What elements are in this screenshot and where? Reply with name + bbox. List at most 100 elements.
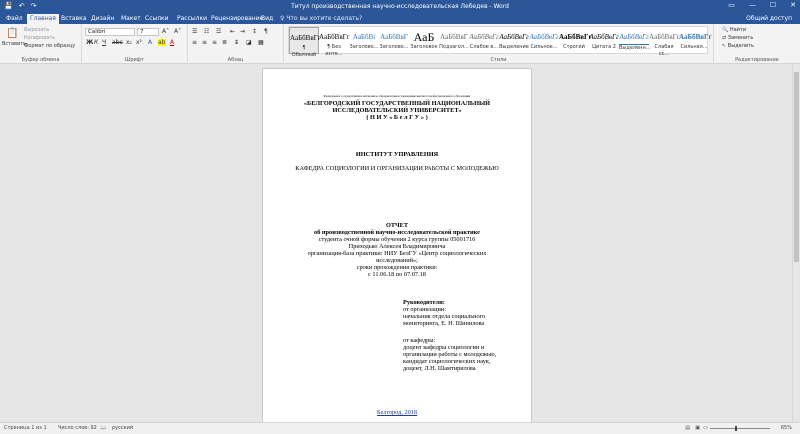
replace-button[interactable]: ⇄ Заменить	[722, 35, 753, 42]
paste-icon[interactable]: 📋	[6, 28, 18, 40]
proofing-icon[interactable]: 📖	[100, 423, 106, 434]
style-preview: АаБбВвГг	[469, 33, 499, 41]
format-painter-button[interactable]: Формат по образцу	[24, 43, 75, 50]
numbering-icon[interactable]: ☷	[204, 28, 209, 36]
style-preview: АаБбВвГг	[649, 33, 680, 41]
style-strong[interactable]: АаБбВвГг Строгий	[559, 27, 592, 54]
style-preview: АаБбВвГ	[380, 33, 408, 41]
multilevel-list-icon[interactable]: ☲	[216, 28, 221, 36]
shrink-font-icon[interactable]: A˅	[174, 28, 181, 36]
window-controls: ▭ — ☐ ✕	[728, 1, 796, 9]
doc-line: кандидат социологических наук,	[403, 358, 491, 365]
print-layout-icon[interactable]: ▣	[695, 423, 700, 434]
subscript-icon[interactable]: x₂	[126, 39, 132, 47]
text-effects-icon[interactable]: A	[148, 39, 152, 47]
justify-icon[interactable]: ≣	[222, 39, 227, 47]
bullets-icon[interactable]: ☰	[192, 28, 197, 36]
style-subtitle[interactable]: АаБбВвГ Подзагол...	[439, 27, 469, 54]
style-name: Цитата 2	[592, 44, 616, 50]
shading-icon[interactable]: ◪	[246, 39, 252, 47]
title-bar: 💾 ↶ ↷ Титул производственная научно-иссл…	[0, 0, 800, 13]
tell-me-search[interactable]: ♀ Что вы хотите сделать?	[280, 14, 362, 24]
strikethrough-icon[interactable]: abc	[112, 39, 123, 47]
document-area[interactable]: Федеральное государственное автономное о…	[0, 64, 792, 422]
align-left-icon[interactable]: ≡	[192, 39, 197, 47]
close-button[interactable]: ✕	[790, 1, 796, 9]
show-marks-icon[interactable]: ¶	[264, 28, 268, 36]
decrease-indent-icon[interactable]: ⇤	[230, 28, 235, 36]
style-intense-emphasis[interactable]: АаБбВвГг Сильное...	[529, 27, 559, 54]
grow-font-icon[interactable]: A˄	[162, 28, 169, 36]
tab-design[interactable]: Дизайн	[88, 14, 117, 24]
highlight-icon[interactable]: ab	[158, 39, 166, 46]
line-spacing-icon[interactable]: ↨	[234, 39, 239, 47]
style-normal[interactable]: АаБбВвГг ¶ Обычный	[289, 27, 321, 58]
style-name: Заголово...	[349, 44, 379, 50]
superscript-icon[interactable]: x²	[136, 39, 142, 47]
font-group-label: Шрифт	[125, 57, 144, 63]
align-right-icon[interactable]: ≡	[212, 39, 217, 47]
word-count[interactable]: Число слов: 92	[58, 423, 97, 434]
vertical-scrollbar[interactable]	[792, 64, 800, 422]
bold-icon[interactable]: Ж	[86, 39, 93, 47]
style-heading-2[interactable]: АаБбВвГ Заголово...	[379, 27, 409, 54]
copy-button[interactable]: Копировать	[24, 35, 55, 42]
borders-icon[interactable]: ▦	[258, 39, 264, 47]
find-button[interactable]: 🔍 Найти	[722, 27, 746, 34]
zoom-level[interactable]: 65%	[781, 423, 792, 434]
tab-home[interactable]: Главная	[27, 14, 59, 24]
document-page[interactable]: Федеральное государственное автономное о…	[262, 68, 532, 422]
style-name: Заголовок	[410, 44, 438, 50]
italic-icon[interactable]: К	[94, 39, 98, 47]
paragraph-group: ☰ ☷ ☲ ⇤ ⇥ ↕ ¶ ≡ ≡ ≡ ≣ ↨ ◪ ▦ Абзац	[188, 24, 284, 64]
style-heading-1[interactable]: АаБбВі Заголово...	[349, 27, 379, 54]
style-no-spacing[interactable]: АаБбВвГг ¶ Без инте...	[319, 27, 350, 57]
style-preview: АаБбВвГг	[290, 34, 321, 42]
tab-mailings[interactable]: Рассылки	[174, 14, 210, 24]
maximize-button[interactable]: ☐	[770, 1, 776, 9]
style-title[interactable]: АаБ Заголовок	[409, 27, 439, 54]
tab-references[interactable]: Ссылки	[142, 14, 172, 24]
doc-line: студента очной формы обучения 2 курса гр…	[318, 236, 476, 243]
zoom-slider[interactable]	[710, 426, 770, 431]
cut-button[interactable]: Вырезать	[24, 27, 49, 34]
web-layout-icon[interactable]: ▭	[703, 423, 708, 434]
sort-icon[interactable]: ↕	[252, 28, 257, 36]
doc-line: с 11.06.18 по 07.07.18	[368, 271, 426, 278]
share-button[interactable]: Общий доступ	[746, 14, 792, 24]
doc-line: сроки прохождения практики:	[356, 264, 438, 271]
increase-indent-icon[interactable]: ⇥	[240, 28, 245, 36]
style-preview: АаБбВвГг	[559, 33, 592, 41]
font-name-select[interactable]: Calibri	[85, 28, 135, 36]
replace-label: Заменить	[727, 35, 754, 41]
page-count[interactable]: Страница 1 из 1	[4, 423, 47, 434]
scrollbar-thumb[interactable]	[794, 72, 799, 262]
style-subtle-emphasis[interactable]: АаБбВвГг Слабое в...	[469, 27, 499, 54]
tab-layout[interactable]: Макет	[118, 14, 144, 24]
style-name: Сильная...	[680, 44, 708, 50]
tab-view[interactable]: Вид	[258, 14, 276, 24]
minimize-button[interactable]: —	[749, 1, 756, 9]
language[interactable]: русский	[112, 423, 133, 434]
style-subtle-reference[interactable]: АаБбВвГг Слабая сс...	[649, 27, 680, 57]
style-preview: АаБбВвГг	[529, 33, 559, 41]
style-intense-quote[interactable]: АаБбВвГг Выделенн...	[619, 27, 651, 54]
read-mode-icon[interactable]: ▤	[685, 423, 690, 434]
style-preview: АаБ	[413, 30, 435, 44]
select-button[interactable]: ↖ Выделить	[722, 43, 754, 50]
style-emphasis[interactable]: АаБбВвГг Выделение	[499, 27, 529, 54]
align-center-icon[interactable]: ≡	[202, 39, 207, 47]
tab-file[interactable]: Файл	[3, 14, 26, 24]
style-quote[interactable]: АаБбВвГг Цитата 2	[589, 27, 619, 54]
font-color-icon[interactable]: A	[170, 39, 174, 47]
clipboard-group-label: Буфер обмена	[21, 57, 60, 63]
ribbon-display-icon[interactable]: ▭	[728, 1, 735, 9]
paste-button[interactable]: Вставить	[2, 41, 26, 48]
tab-insert[interactable]: Вставка	[58, 14, 89, 24]
doc-line: доцент, Л.Н. Шамтирилова	[403, 365, 476, 372]
zoom-slider-knob[interactable]	[735, 426, 737, 431]
doc-line: «БЕЛГОРОДСКИЙ ГОСУДАРСТВЕННЫЙ НАЦИОНАЛЬН…	[303, 100, 491, 107]
font-size-select[interactable]: 7	[137, 28, 159, 36]
style-intense-reference[interactable]: АаБбВвГг Сильная...	[679, 27, 712, 54]
underline-icon[interactable]: Ч	[102, 39, 106, 47]
